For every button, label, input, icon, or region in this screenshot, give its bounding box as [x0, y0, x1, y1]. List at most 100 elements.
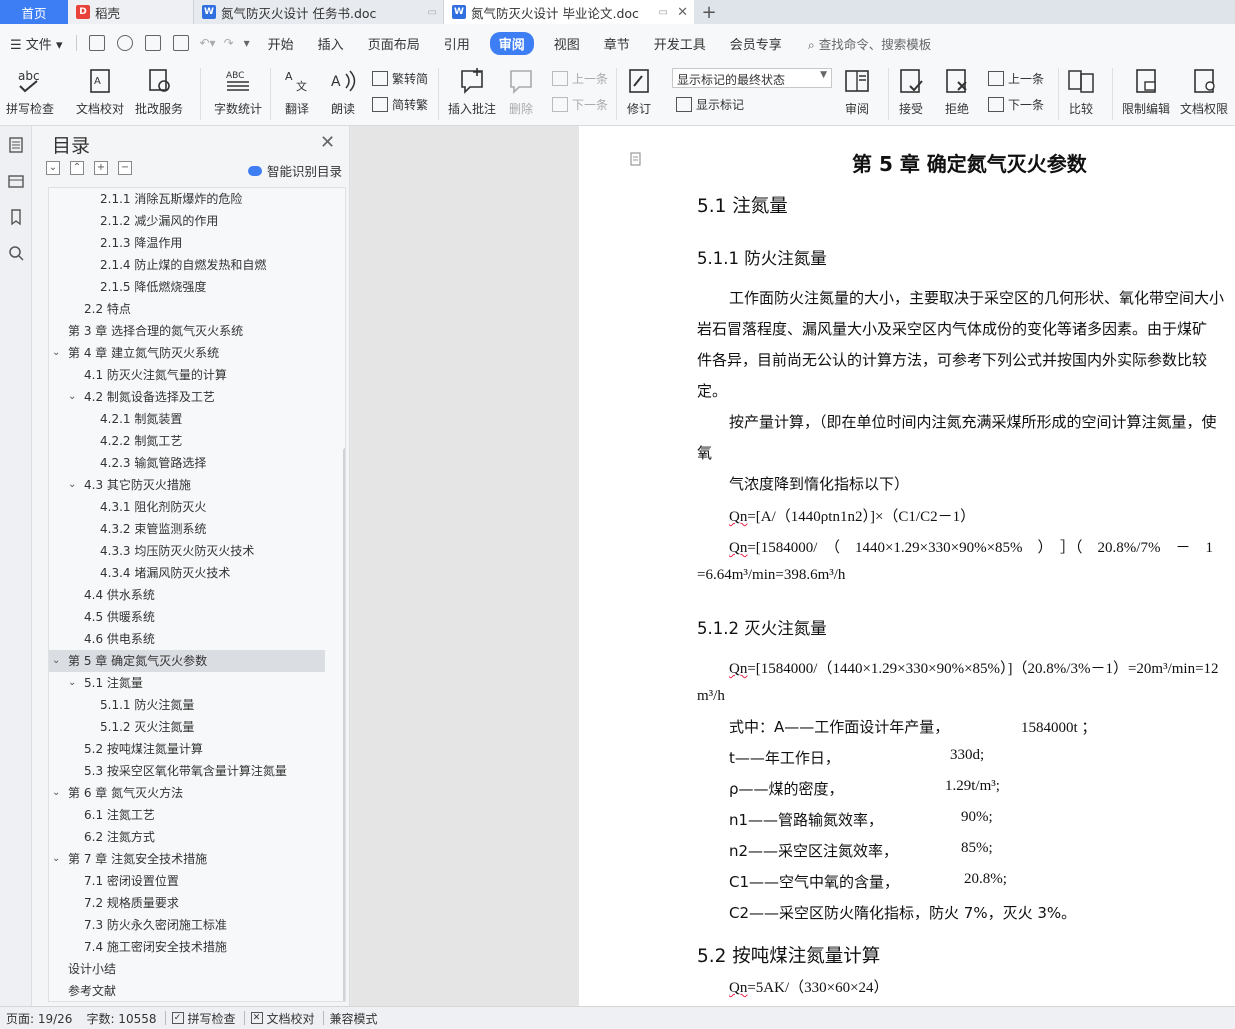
toc-item[interactable]: 2.1.5 降低燃烧强度 [100, 276, 206, 298]
delete-comment-button[interactable]: 删除 [506, 66, 536, 117]
tab-document-1[interactable]: W 氮气防灭火设计 任务书.doc ▭ [194, 0, 444, 24]
tab-daoke[interactable]: D 稻壳 [68, 0, 194, 24]
menu-layout[interactable]: 页面布局 [356, 34, 432, 53]
pin-icon[interactable]: ▭ [659, 7, 668, 18]
prev-change-button[interactable]: 上一条 [988, 70, 1044, 87]
undo-icon[interactable]: ↶▾ [199, 36, 215, 50]
accept-button[interactable]: 接受 [896, 66, 926, 117]
prev-comment-button[interactable]: 上一条 [552, 70, 608, 87]
toc-item[interactable]: 7.4 施工密闭安全技术措施 [84, 936, 227, 958]
next-comment-button[interactable]: 下一条 [552, 96, 608, 113]
toc-item[interactable]: 2.1.2 减少漏风的作用 [100, 210, 218, 232]
toc-panel-icon[interactable] [7, 136, 25, 154]
chevron-down-icon[interactable]: ⌄ [68, 386, 76, 408]
toc-item[interactable]: 2.2 特点 [84, 298, 131, 320]
toc-item[interactable]: ⌄ 第 6 章 氮气灭火方法 [52, 782, 183, 804]
close-icon[interactable]: ✕ [320, 132, 335, 153]
toc-item[interactable]: 7.3 防火永久密闭施工标准 [84, 914, 227, 936]
correction-service-button[interactable]: 批改服务 [135, 66, 183, 117]
page-options-icon[interactable] [629, 152, 643, 166]
toc-item[interactable]: 4.1 防灭火注氮气量的计算 [84, 364, 227, 386]
navigation-icon[interactable] [7, 172, 25, 190]
word-count-indicator[interactable]: 字数: 10558 [86, 1010, 156, 1027]
toc-item[interactable]: ⌄ 第 4 章 建立氮气防灭火系统 [52, 342, 219, 364]
chevron-down-icon[interactable]: ⌄ [68, 672, 76, 694]
toc-item[interactable]: 设计小结 [68, 958, 116, 980]
chevron-down-icon[interactable]: ⌄ [52, 650, 60, 672]
track-changes-button[interactable]: 修订 [624, 66, 654, 117]
page-indicator[interactable]: 页面: 19/26 [6, 1010, 72, 1027]
toc-item[interactable]: 4.4 供水系统 [84, 584, 155, 606]
search-icon[interactable] [7, 244, 25, 262]
toc-item[interactable]: 4.3.2 束管监测系统 [100, 518, 206, 540]
status-doc-proof[interactable]: ✕ 文档校对 [250, 1010, 315, 1027]
toc-item[interactable]: 4.2.1 制氮装置 [100, 408, 182, 430]
reject-button[interactable]: 拒绝 [942, 66, 972, 117]
bookmark-icon[interactable] [7, 208, 25, 226]
tab-home[interactable]: 首页 [0, 0, 68, 24]
menu-review[interactable]: 审阅 [489, 31, 534, 55]
trad-to-simp-button[interactable]: 繁转简 [372, 70, 428, 87]
output-icon[interactable] [117, 35, 134, 51]
word-count-button[interactable]: ABC 字数统计 [214, 66, 262, 117]
add-heading-icon[interactable]: + [94, 161, 108, 175]
menu-chapter[interactable]: 章节 [592, 34, 642, 53]
chevron-down-icon[interactable]: ⌄ [68, 474, 76, 496]
toc-item[interactable]: 2.1.4 防止煤的自燃发热和自燃 [100, 254, 266, 276]
toc-item[interactable]: 4.3.4 堵漏风防灭火技术 [100, 562, 230, 584]
toc-item[interactable]: 5.2 按吨煤注氮量计算 [84, 738, 203, 760]
toc-item[interactable]: 7.2 规格质量要求 [84, 892, 179, 914]
menu-member[interactable]: 会员专享 [718, 34, 794, 53]
compare-button[interactable]: 比较 [1066, 66, 1096, 117]
insert-comment-button[interactable]: 插入批注 [448, 66, 496, 117]
review-pane-button[interactable]: 审阅 [842, 66, 872, 117]
translate-button[interactable]: A文 翻译 [282, 66, 312, 117]
markup-state-select[interactable]: 显示标记的最终状态 ▼ [672, 68, 832, 88]
toc-item[interactable]: ⌄ 第 5 章 确定氮气灭火参数 [49, 650, 325, 672]
toc-item[interactable]: ⌄ 4.3 其它防灭火措施 [68, 474, 191, 496]
toc-item[interactable]: 4.3.3 均压防灭火防灭火技术 [100, 540, 254, 562]
redo-icon[interactable]: ↷ [224, 36, 234, 50]
save-icon[interactable] [89, 35, 106, 51]
chevron-down-icon[interactable]: ⌄ [52, 848, 60, 870]
document-page[interactable]: 第 5 章 确定氮气灭火参数 5.1 注氮量 5.1.1 防火注氮量 工作面防火… [579, 126, 1235, 1006]
restrict-edit-button[interactable]: 限制编辑 [1122, 66, 1170, 117]
toc-item[interactable]: 6.1 注氮工艺 [84, 804, 155, 826]
smart-toc-button[interactable]: 智能识别目录 [248, 161, 342, 180]
simp-to-trad-button[interactable]: 简转繁 [372, 96, 428, 113]
toc-scrollbar[interactable] [343, 448, 345, 1001]
menu-developer[interactable]: 开发工具 [642, 34, 718, 53]
print-preview-icon[interactable] [173, 35, 190, 51]
toc-item[interactable]: 7.1 密闭设置位置 [84, 870, 179, 892]
toc-item[interactable]: 第 3 章 选择合理的氮气灭火系统 [68, 320, 243, 342]
new-tab-button[interactable]: + [694, 0, 724, 24]
menu-references[interactable]: 引用 [432, 34, 482, 53]
menu-view[interactable]: 视图 [542, 34, 592, 53]
command-search[interactable]: ⌕ 查找命令、搜索模板 [808, 34, 932, 53]
toc-item[interactable]: 4.2.2 制氮工艺 [100, 430, 182, 452]
toc-item[interactable]: 4.2.3 输氮管路选择 [100, 452, 206, 474]
toc-item[interactable]: 2.1.3 降温作用 [100, 232, 182, 254]
toc-item[interactable]: 4.5 供暖系统 [84, 606, 155, 628]
toc-item[interactable]: 2.1.1 消除瓦斯爆炸的危险 [100, 188, 242, 210]
toc-item[interactable]: 5.1.2 灭火注氮量 [100, 716, 194, 738]
remove-heading-icon[interactable]: − [118, 161, 132, 175]
pin-icon[interactable]: ▭ [428, 7, 437, 18]
menu-file[interactable]: ☰ 文件 ▾ [6, 34, 70, 53]
chevron-down-icon[interactable]: ⌄ [52, 342, 60, 364]
more-icon[interactable]: ▾ [244, 36, 250, 50]
collapse-all-icon[interactable]: ⌃ [70, 161, 84, 175]
toc-item[interactable]: 6.2 注氮方式 [84, 826, 155, 848]
expand-all-icon[interactable]: ⌄ [46, 161, 60, 175]
close-tab-icon[interactable]: ✕ [677, 5, 688, 20]
chevron-down-icon[interactable]: ⌄ [52, 782, 60, 804]
tab-document-2[interactable]: W 氮气防灭火设计 毕业论文.doc ▭ ✕ [444, 0, 694, 24]
menu-insert[interactable]: 插入 [306, 34, 356, 53]
next-change-button[interactable]: 下一条 [988, 96, 1044, 113]
toc-item[interactable]: 参考文献 [68, 980, 116, 1001]
toc-item[interactable]: 4.3.1 阻化剂防灭火 [100, 496, 206, 518]
toc-item[interactable]: ⌄ 4.2 制氮设备选择及工艺 [68, 386, 215, 408]
toc-item[interactable]: ⌄ 第 7 章 注氮安全技术措施 [52, 848, 207, 870]
toc-item[interactable]: 5.3 按采空区氧化带氧含量计算注氮量 [84, 760, 287, 782]
toc-item[interactable]: 4.6 供电系统 [84, 628, 155, 650]
